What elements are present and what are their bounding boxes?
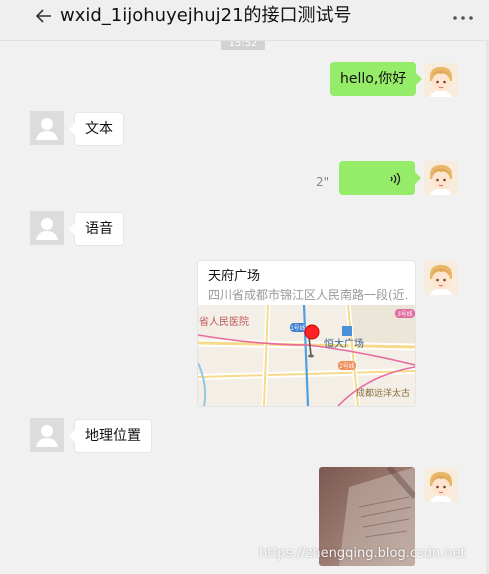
default-user-icon xyxy=(30,111,64,145)
my-avatar[interactable] xyxy=(424,63,458,97)
chat-header: wxid_1ijohuyejhuj21的接口测试号 xyxy=(0,0,489,41)
voice-duration: 2" xyxy=(316,175,330,189)
outgoing-text-bubble[interactable]: hello,你好 xyxy=(330,62,423,96)
incoming-voice-label-bubble[interactable]: 语音 xyxy=(69,212,124,246)
default-user-icon xyxy=(30,418,64,452)
my-avatar[interactable] xyxy=(424,468,458,502)
contact-avatar[interactable] xyxy=(30,418,64,452)
location-map: 1号线 2号线 3号线 省人民医院 恒大广场 成都远洋太古 xyxy=(198,305,415,406)
mall-label: 成都远洋太古 xyxy=(356,387,410,398)
avatar-illustration-icon xyxy=(424,63,458,97)
more-options-icon[interactable] xyxy=(452,14,474,22)
incoming-text: 文本 xyxy=(85,121,113,137)
incoming-voice-label: 语音 xyxy=(85,221,113,237)
back-arrow-icon[interactable] xyxy=(34,6,54,26)
metro-line-2-label: 2号线 xyxy=(339,362,354,370)
avatar-illustration-icon xyxy=(424,261,458,295)
watermark: https://zhengqing.blog.csdn.net xyxy=(259,546,466,561)
timestamp-badge: 15:52 xyxy=(221,41,265,50)
metro-line-1-label: 1号线 xyxy=(290,324,305,332)
contact-avatar[interactable] xyxy=(30,211,64,245)
voice-wave-icon xyxy=(390,172,401,186)
incoming-location-label-bubble[interactable]: 地理位置 xyxy=(69,419,152,453)
avatar-illustration-icon xyxy=(424,161,458,195)
hospital-label: 省人民医院 xyxy=(199,315,249,328)
incoming-text-bubble[interactable]: 文本 xyxy=(69,112,124,146)
my-avatar[interactable] xyxy=(424,261,458,295)
outgoing-voice-bubble[interactable] xyxy=(339,161,421,195)
chat-title: wxid_1ijohuyejhuj21的接口测试号 xyxy=(60,5,352,26)
contact-avatar[interactable] xyxy=(30,111,64,145)
my-avatar[interactable] xyxy=(424,161,458,195)
outgoing-text: hello,你好 xyxy=(340,71,407,87)
avatar-illustration-icon xyxy=(424,468,458,502)
location-address: 四川省成都市锦江区人民南路一段(近... xyxy=(208,288,408,302)
map-pin-icon xyxy=(304,324,320,340)
metro-line-3-label: 3号线 xyxy=(397,310,412,318)
location-card[interactable]: 天府广场 四川省成都市锦江区人民南路一段(近... 1号线 2号线 3号线 省人… xyxy=(197,260,416,407)
incoming-location-label: 地理位置 xyxy=(85,428,141,444)
square-label: 恒大广场 xyxy=(324,337,364,350)
default-user-icon xyxy=(30,211,64,245)
location-name: 天府广场 xyxy=(208,269,261,284)
